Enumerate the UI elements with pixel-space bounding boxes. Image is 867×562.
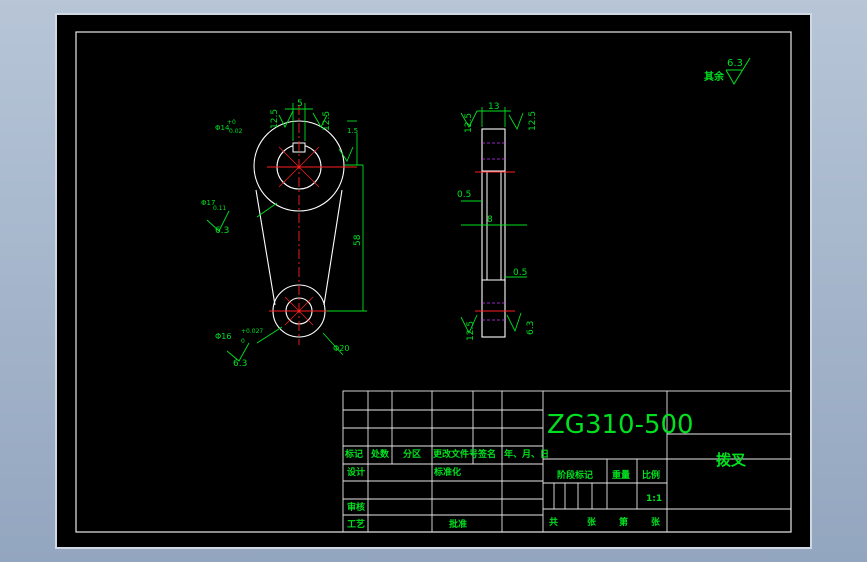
dim-hole-top-tol-up: +0	[227, 119, 236, 126]
dim-roughness-br: 6.3	[526, 321, 536, 335]
side-view: 13 12.5 12.5 0.5 8 0.5 12.5 6.3	[457, 102, 538, 341]
dim-hole-bottom-tol2: 0	[241, 338, 245, 345]
dim-chamfer-bottom: 0.5	[513, 268, 527, 278]
dim-roughness-top: 12.5	[270, 109, 280, 129]
label-mark: 标记	[344, 448, 363, 460]
label-process: 工艺	[347, 518, 365, 530]
dim-hole-bottom-tol: +0.027	[241, 328, 263, 335]
dim-left-tol: 0.11	[213, 205, 227, 212]
label-approve: 批准	[449, 518, 467, 530]
material-code: ZG310-500	[547, 410, 694, 440]
remaining-roughness-value: 6.3	[727, 58, 743, 69]
dim-roughness-top2: 12.5	[322, 111, 332, 131]
remaining-roughness-label: 其余	[704, 70, 725, 83]
dim-roughness-left: 6.3	[215, 226, 229, 236]
label-signature: 签名	[477, 448, 496, 460]
dim-hole-bottom: Φ16	[215, 332, 231, 341]
roughness-symbol-icon	[508, 112, 524, 131]
dim-top-width: 5	[297, 99, 303, 109]
label-standard: 标准化	[433, 466, 461, 478]
part-name: 拨叉	[716, 451, 747, 469]
roughness-symbol-icon	[506, 312, 522, 333]
scale-value: 1:1	[646, 494, 662, 504]
label-sheet-unit-2: 张	[651, 516, 661, 528]
label-design: 设计	[347, 466, 365, 478]
label-review: 审核	[347, 501, 365, 513]
dim-roughness-bottom: 6.3	[233, 359, 247, 369]
label-weight: 重量	[612, 469, 630, 481]
label-change-doc: 更改文件号	[433, 448, 478, 460]
dim-keyway: 1.5	[347, 127, 358, 135]
front-view: 5 12.5 12.5 1.5 Φ14 +0 0.02 Φ17 0.11 6.3…	[201, 99, 367, 369]
label-zone: 分区	[403, 448, 421, 460]
label-date: 年、月、日	[504, 448, 549, 460]
label-scale: 比例	[642, 469, 660, 481]
dim-web: 8	[487, 215, 493, 225]
label-sheet-unit-1: 张	[587, 516, 597, 528]
dim-roughness-tr: 12.5	[528, 111, 538, 131]
drawing-sheet: 其余 6.3 5 12.5 12.5 1.5 Φ14 +0 0.02 Φ17 0…	[55, 13, 812, 549]
label-count: 处数	[370, 448, 390, 460]
label-sheet-no: 第	[619, 516, 628, 528]
left-edge	[255, 189, 276, 306]
cad-drawing-canvas: 其余 6.3 5 12.5 12.5 1.5 Φ14 +0 0.02 Φ17 0…	[75, 31, 792, 533]
label-stage-mark: 阶段标记	[557, 469, 593, 481]
dim-hole-top-tol: 0.02	[229, 128, 243, 135]
dim-roughness-tl: 12.5	[464, 113, 474, 133]
label-sheet-total: 共	[549, 516, 558, 528]
dim-chamfer-top: 0.5	[457, 190, 471, 200]
dim-side-width: 13	[488, 102, 499, 112]
side-body	[481, 128, 506, 338]
remaining-roughness-note: 其余 6.3	[704, 57, 751, 85]
dim-outer-bottom: Φ20	[333, 344, 349, 353]
dim-center-dist: 58	[353, 234, 363, 246]
right-edge	[323, 189, 343, 306]
